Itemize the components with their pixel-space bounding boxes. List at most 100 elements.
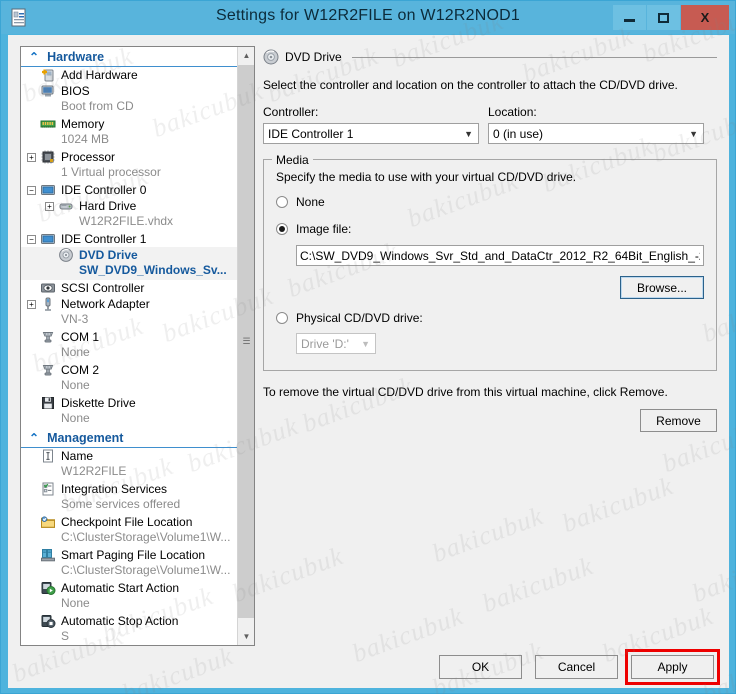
tree-item-row: DVD Drive (45, 247, 237, 263)
media-option-none-label: None (296, 195, 325, 209)
media-option-none[interactable]: None (276, 195, 704, 209)
tree-item-sublabel: Boot from CD (61, 99, 134, 113)
dvd-drive-detail-panel: DVD Drive Select the controller and loca… (263, 46, 717, 646)
ok-button[interactable]: OK (439, 655, 522, 679)
integration-services-icon (42, 482, 54, 496)
tree-item-hard-drive[interactable]: + Hard Drive W12R2FILE.vhdx (21, 198, 237, 231)
chevron-down-icon: ▼ (361, 338, 370, 349)
cancel-button[interactable]: Cancel (535, 655, 618, 679)
tree-item-sublabel: None (61, 378, 90, 392)
tree-item-diskette-drive[interactable]: Diskette Drive None (21, 395, 237, 428)
scroll-down-button[interactable]: ▼ (238, 628, 254, 645)
ide-controller-icon (41, 185, 55, 195)
tree-section-management[interactable]: ⌃ Management (21, 428, 237, 448)
network-adapter-icon (45, 297, 51, 311)
tree-item-row: SCSI Controller (27, 280, 237, 296)
physical-drive-dropdown[interactable]: Drive 'D:' ▼ (296, 333, 376, 354)
media-option-image-file-label: Image file: (296, 222, 352, 236)
tree-item-sublabel: None (61, 345, 90, 359)
tree-item-name[interactable]: Name W12R2FILE (21, 448, 237, 481)
tree-item-row: COM 2 (27, 362, 237, 378)
auto-start-icon (41, 582, 56, 595)
chevron-down-icon: ▼ (689, 128, 698, 139)
collapse-minus-icon[interactable]: − (27, 234, 36, 244)
media-description: Specify the media to use with your virtu… (276, 170, 577, 184)
tree-item-integration-services[interactable]: Integration Services Some services offere… (21, 481, 237, 514)
tree-item-sublabel: 1024 MB (61, 132, 110, 146)
tree-item-row: Add Hardware (27, 67, 237, 83)
remove-button[interactable]: Remove (640, 409, 717, 432)
maximize-button[interactable] (647, 5, 680, 30)
controller-dropdown[interactable]: IDE Controller 1 ▼ (263, 123, 479, 144)
tree-item-row: Automatic Stop Action (27, 613, 237, 629)
scrollbar-thumb[interactable]: ☰ (238, 65, 254, 618)
diskette-drive-icon (42, 397, 54, 409)
tree-item-row: BIOS (27, 83, 237, 99)
media-option-physical-drive[interactable]: Physical CD/DVD drive: (276, 311, 704, 325)
tree-item-network-adapter[interactable]: + Network Adapter VN-3 (21, 296, 237, 329)
tree-item-dvd-drive[interactable]: DVD Drive SW_DVD9_Windows_Sv... (21, 247, 237, 280)
tree-item-add-hardware[interactable]: Add Hardware (21, 67, 237, 83)
ide-controller-icon (41, 234, 55, 244)
chevron-up-icon: ⌃ (29, 430, 40, 445)
tree-item-automatic-stop-action[interactable]: Automatic Stop Action S (21, 613, 237, 645)
tree-item-checkpoint-file-location[interactable]: Checkpoint File Location C:\ClusterStorag… (21, 514, 237, 547)
tree-item-label: DVD Drive (79, 248, 138, 262)
minimize-icon (624, 19, 635, 22)
tree-item-label: IDE Controller 1 (61, 232, 147, 246)
tree-item-label: Add Hardware (61, 68, 138, 82)
media-option-physical-drive-label: Physical CD/DVD drive: (296, 311, 423, 325)
maximize-icon (658, 12, 669, 23)
expand-plus-icon[interactable]: + (27, 152, 36, 162)
tree-item-row: COM 1 (27, 329, 237, 345)
tree-item-label: Memory (61, 117, 105, 131)
tree-item-com-2[interactable]: COM 2 None (21, 362, 237, 395)
hardware-tree-panel: ⌃ Hardware Add Hardware BIOS Boot from CD Mem… (20, 46, 255, 646)
dialog-client-area: ⌃ Hardware Add Hardware BIOS Boot from CD Mem… (8, 35, 729, 688)
remove-row: Remove (263, 409, 717, 432)
image-file-input[interactable] (296, 245, 704, 266)
location-dropdown[interactable]: 0 (in use) ▼ (488, 123, 704, 144)
media-option-image-file[interactable]: Image file: (276, 222, 704, 236)
detail-description: Select the controller and location on th… (263, 78, 678, 92)
tree-item-sublabel: None (61, 411, 90, 425)
tree-content: ⌃ Hardware Add Hardware BIOS Boot from CD Mem… (21, 47, 237, 645)
tree-item-scsi-controller[interactable]: SCSI Controller (21, 280, 237, 296)
tree-item-automatic-start-action[interactable]: Automatic Start Action None (21, 580, 237, 613)
tree-item-row: − IDE Controller 1 (27, 231, 237, 247)
scroll-up-button[interactable]: ▲ (238, 47, 254, 64)
close-button[interactable]: X (681, 5, 729, 30)
smart-paging-icon (41, 549, 55, 562)
hard-drive-icon (59, 203, 73, 210)
tree-item-com-1[interactable]: COM 1 None (21, 329, 237, 362)
tree-item-row: Memory (27, 116, 237, 132)
tree-section-label: Hardware (47, 49, 105, 64)
tree-item-bios[interactable]: BIOS Boot from CD (21, 83, 237, 116)
remove-description: To remove the virtual CD/DVD drive from … (263, 385, 668, 399)
tree-item-sublabel: W12R2FILE (61, 464, 127, 478)
tree-item-processor[interactable]: + Processor 1 Virtual processor (21, 149, 237, 182)
controller-location-row: Controller: IDE Controller 1 ▼ Location:… (263, 105, 717, 144)
tree-item-ide-controller-0[interactable]: − IDE Controller 0 (21, 182, 237, 198)
minimize-button[interactable] (613, 5, 646, 30)
tree-item-sublabel: SW_DVD9_Windows_Sv... (79, 263, 227, 277)
tree-item-memory[interactable]: Memory 1024 MB (21, 116, 237, 149)
tree-item-sublabel: C:\ClusterStorage\Volume1\W... (61, 530, 231, 544)
tree-item-sublabel: C:\ClusterStorage\Volume1\W... (61, 563, 231, 577)
tree-section-hardware[interactable]: ⌃ Hardware (21, 47, 237, 67)
apply-button[interactable]: Apply (631, 655, 714, 679)
tree-section-label: Management (47, 430, 124, 445)
tree-scroll-viewport: ⌃ Hardware Add Hardware BIOS Boot from CD Mem… (21, 47, 237, 645)
expand-plus-icon[interactable]: + (45, 201, 54, 211)
dvd-drive-icon (59, 248, 73, 262)
collapse-minus-icon[interactable]: − (27, 185, 36, 195)
tree-item-ide-controller-1[interactable]: − IDE Controller 1 (21, 231, 237, 247)
tree-item-label: Checkpoint File Location (61, 515, 193, 529)
browse-button[interactable]: Browse... (620, 276, 704, 299)
tree-vertical-scrollbar[interactable]: ▲ ☰ ▼ (237, 47, 254, 645)
expand-plus-icon[interactable]: + (27, 299, 36, 309)
checkpoint-folder-icon (41, 516, 55, 528)
tree-item-smart-paging-file-location[interactable]: Smart Paging File Location C:\ClusterStor… (21, 547, 237, 580)
tree-item-label: BIOS (61, 84, 90, 98)
browse-row: Browse... (276, 276, 704, 299)
